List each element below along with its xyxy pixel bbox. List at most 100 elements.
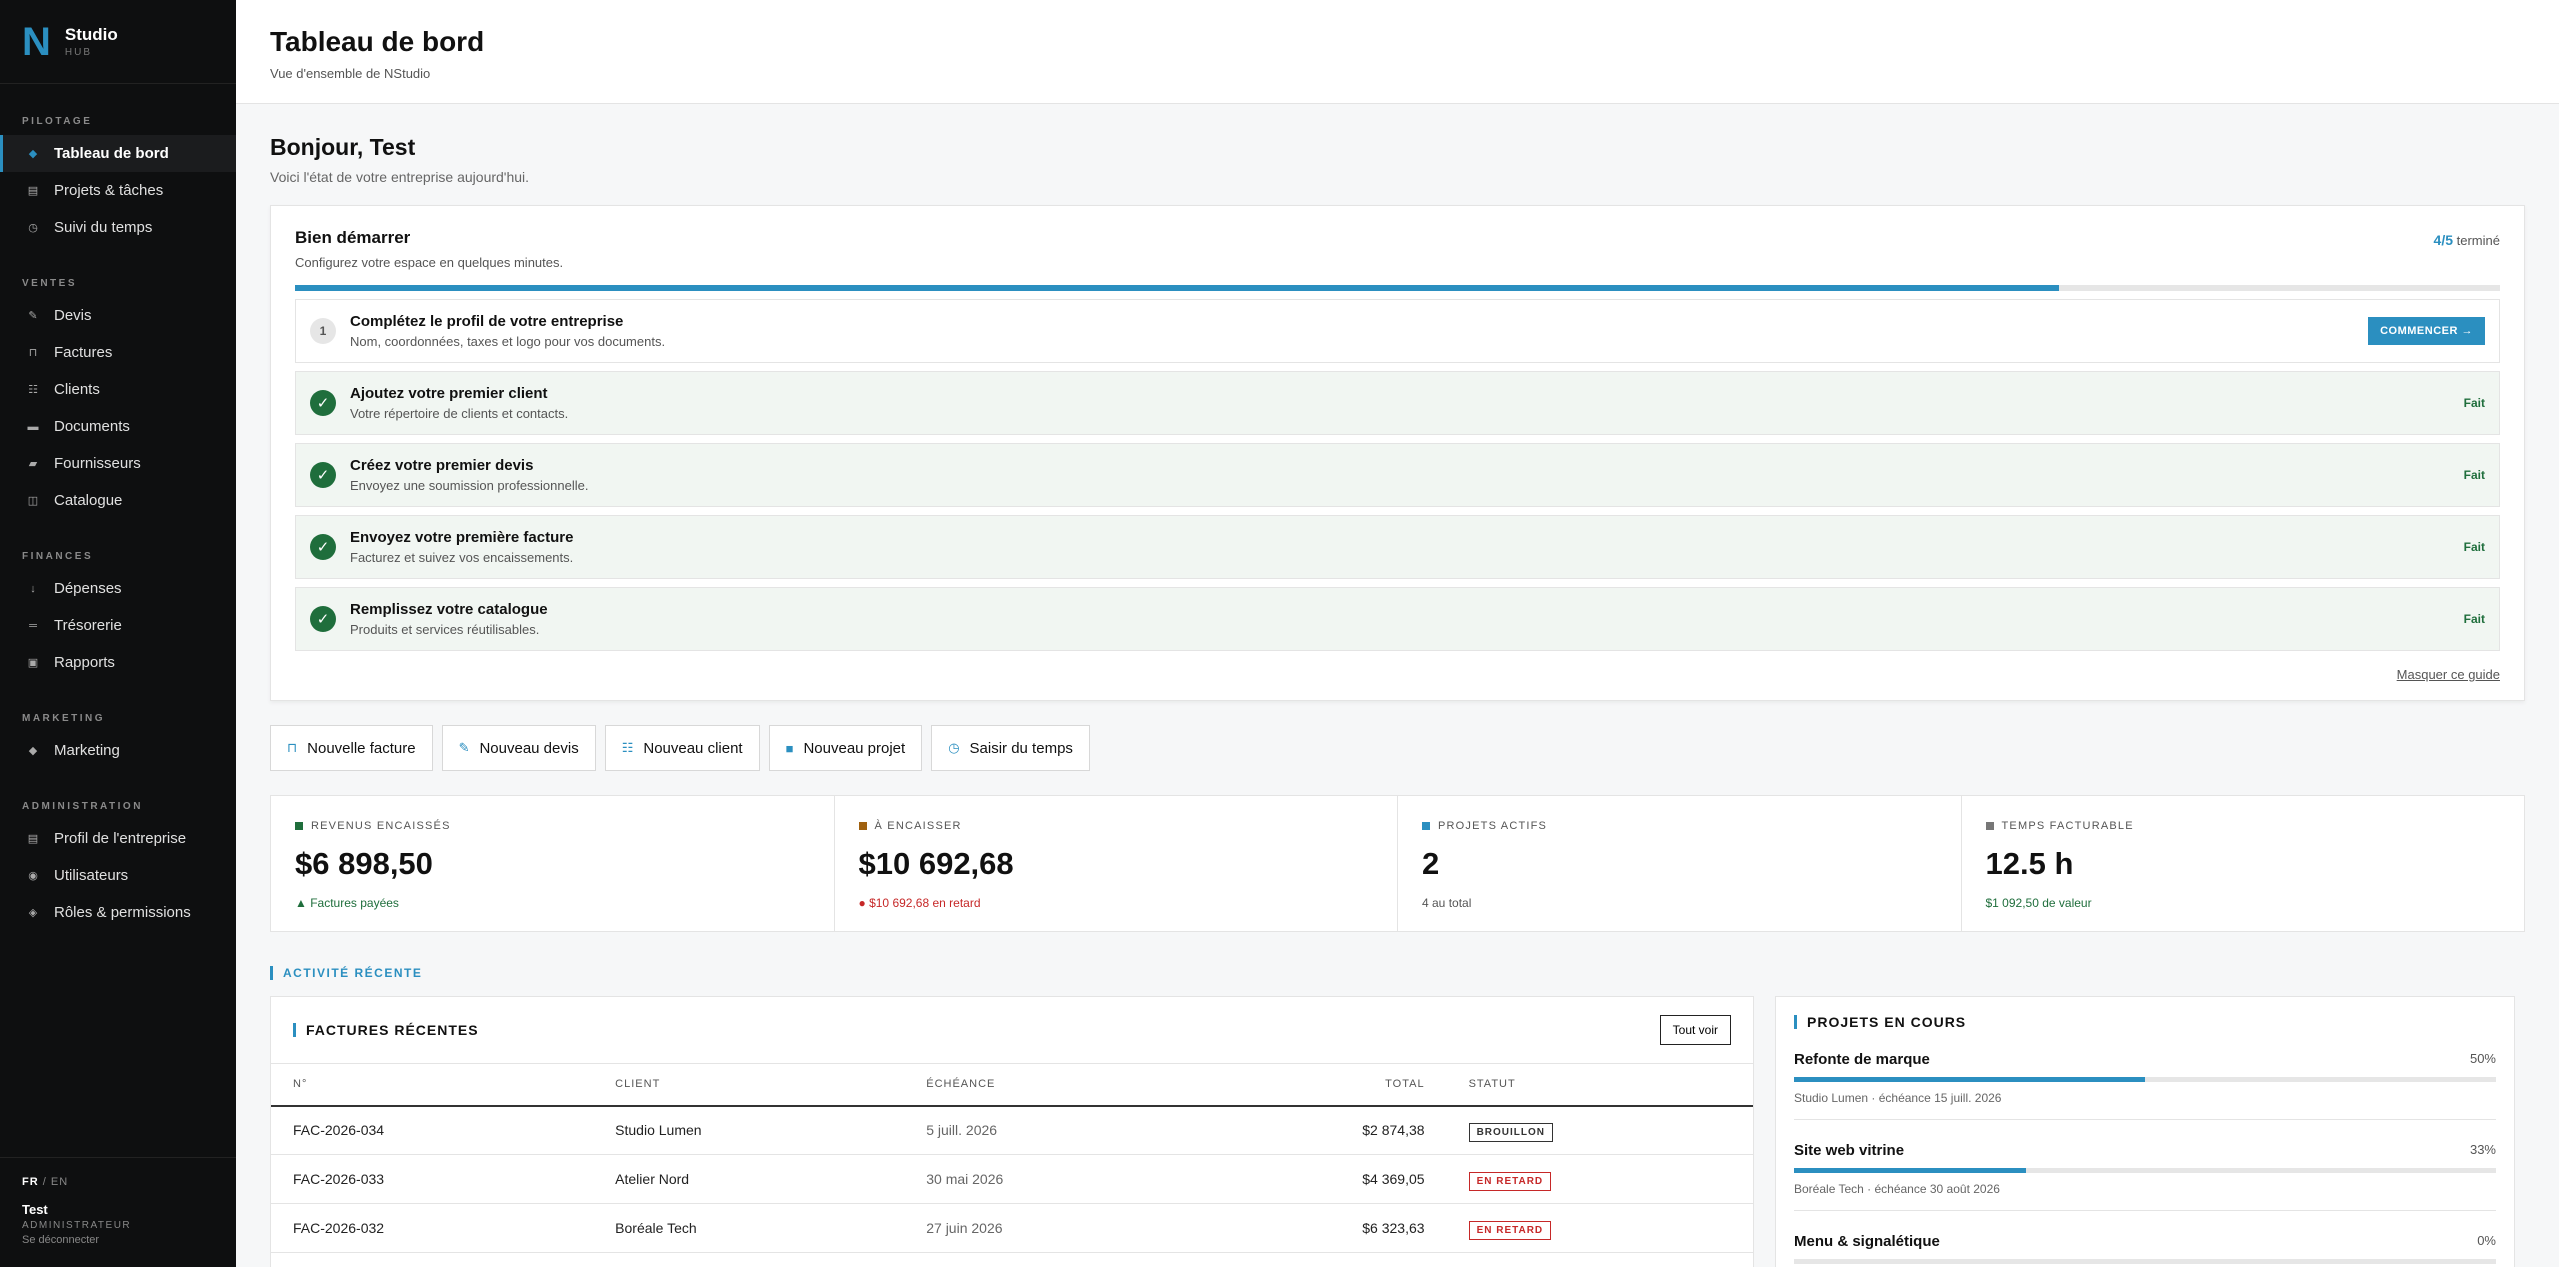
lang-fr[interactable]: FR — [22, 1176, 39, 1188]
hide-guide-link[interactable]: Masquer ce guide — [295, 667, 2500, 682]
page-subtitle: Vue d'ensemble de NStudio — [270, 66, 431, 81]
diamond-icon: ◆ — [28, 148, 38, 160]
sidebar-item-marketing[interactable]: ◆ Marketing — [0, 732, 236, 769]
see-all-button[interactable]: Tout voir — [1659, 1015, 1731, 1045]
sidebar-item-label: Clients — [54, 381, 100, 398]
step-description: Nom, coordonnées, taxes et logo pour vos… — [350, 334, 666, 349]
sidebar-item-label: Profil de l'entreprise — [54, 830, 187, 847]
kpi-label-text: PROJETS ACTIFS — [1438, 820, 1548, 832]
kpi-subtext: ● $10 692,68 en retard — [858, 896, 981, 910]
step-title: Ajoutez votre premier client — [350, 385, 548, 402]
nouveau-devis-button[interactable]: ✎ Nouveau devis — [441, 725, 596, 771]
check-icon: ✓ — [310, 462, 336, 488]
nav-section-title: ADMINISTRATION — [22, 801, 143, 812]
project-item[interactable]: Site web vitrine 33% Boréale Tech · échéan… — [1794, 1142, 2496, 1211]
kpi-label-text: TEMPS FACTURABLE — [2001, 820, 2134, 832]
page-title: Tableau de bord — [270, 26, 485, 57]
sidebar-item-tresorerie[interactable]: ═ Trésorerie — [0, 607, 236, 644]
kpi-subtext: 4 au total — [1422, 896, 1472, 910]
sidebar-item-fournisseurs[interactable]: ▰ Fournisseurs — [0, 445, 236, 482]
sidebar-item-depenses[interactable]: ↓ Dépenses — [0, 570, 236, 607]
sidebar-item-label: Suivi du temps — [54, 219, 153, 236]
step-done-label: Fait — [2463, 540, 2485, 554]
greeting-title: Bonjour, Test — [270, 134, 416, 160]
sidebar-item-utilisateurs[interactable]: ◉ Utilisateurs — [0, 857, 236, 894]
sidebar-item-catalogue[interactable]: ◫ Catalogue — [0, 482, 236, 519]
kpi-subtext: ▲ Factures payées — [295, 896, 399, 910]
sidebar-item-tableau-de-bord[interactable]: ◆ Tableau de bord — [0, 135, 236, 172]
project-percent: 50% — [2469, 1051, 2496, 1066]
getting-started-subtitle: Configurez votre espace en quelques minu… — [295, 255, 564, 270]
sidebar-item-factures[interactable]: ⊓ Factures — [0, 334, 236, 371]
table-row[interactable]: FAC-2026-032 Boréale Tech 27 juin 2026 $6 3… — [271, 1203, 1753, 1253]
invoice-number: FAC-2026-033 — [271, 1154, 594, 1204]
sidebar-item-label: Tableau de bord — [54, 145, 169, 162]
sidebar-item-suivi-du-temps[interactable]: ◷ Suivi du temps — [0, 209, 236, 246]
sidebar-item-roles-permissions[interactable]: ◈ Rôles & permissions — [0, 894, 236, 931]
logout-link[interactable]: Se déconnecter — [22, 1234, 214, 1246]
sidebar-item-label: Catalogue — [54, 492, 123, 509]
projects-card: PROJETS EN COURS Refonte de marque 50% Stu… — [1775, 996, 2515, 1267]
setup-step: 1 Complétez le profil de votre entreprise… — [295, 299, 2500, 363]
table-row[interactable]: FAC-2026-034 Studio Lumen 5 juill. 2026 $2 … — [271, 1105, 1753, 1155]
project-percent: 0% — [2477, 1233, 2496, 1248]
step-title: Envoyez votre première facture — [350, 529, 574, 546]
sidebar-item-documents[interactable]: ▬ Documents — [0, 408, 236, 445]
saisir-du-temps-button[interactable]: ◷ Saisir du temps — [931, 725, 1090, 771]
invoice-total: $6 323,63 — [1193, 1203, 1447, 1253]
kpi-color-marker — [858, 822, 867, 830]
lang-en[interactable]: EN — [51, 1176, 68, 1188]
sidebar-item-rapports[interactable]: ▣ Rapports — [0, 644, 236, 681]
step-text: Ajoutez votre premier client Votre répert… — [350, 385, 2450, 421]
table-row[interactable]: FAC-2026-033 Atelier Nord 30 mai 2026 $4 36… — [271, 1154, 1753, 1204]
nouveau-client-button[interactable]: ☷ Nouveau client — [604, 725, 760, 771]
step-description: Envoyez une soumission professionnelle. — [350, 478, 589, 493]
sidebar-item-profil-de-l-entreprise[interactable]: ▤ Profil de l'entreprise — [0, 820, 236, 857]
sidebar-item-projets-taches[interactable]: ▤ Projets & tâches — [0, 172, 236, 209]
list-icon: ▤ — [27, 185, 39, 197]
shield-icon: ◈ — [28, 907, 38, 919]
step-title: Complétez le profil de votre entreprise — [350, 313, 624, 330]
pen-icon: ✎ — [28, 310, 38, 322]
project-item[interactable]: Menu & signalétique 0% — [1794, 1233, 2496, 1267]
kpi-color-marker — [1422, 822, 1430, 830]
kpi-color-marker — [295, 822, 303, 830]
project-item[interactable]: Refonte de marque 50% Studio Lumen · échéa… — [1794, 1051, 2496, 1120]
nouvelle-facture-button[interactable]: ⊓ Nouvelle facture — [270, 725, 433, 771]
sidebar-item-devis[interactable]: ✎ Devis — [0, 297, 236, 334]
kpi-color-marker — [1985, 822, 1994, 830]
step-done-label: Fait — [2463, 612, 2485, 626]
kpi-label: À ENCAISSER — [858, 820, 1374, 832]
projects-list: Refonte de marque 50% Studio Lumen · échéa… — [1794, 1051, 2496, 1267]
sidebar-item-label: Projets & tâches — [54, 182, 164, 199]
sidebar-item-label: Rôles & permissions — [54, 904, 191, 921]
user-role: ADMINISTRATEUR — [22, 1220, 132, 1231]
project-name: Site web vitrine — [1794, 1142, 1905, 1159]
logo-icon: N — [22, 19, 51, 64]
clock-icon: ◷ — [948, 740, 960, 755]
nouveau-projet-button[interactable]: ■ Nouveau projet — [768, 725, 923, 771]
invoice-total: $4 369,05 — [1193, 1154, 1447, 1204]
bag-icon: ⊓ — [287, 740, 298, 755]
quick-action-label: Nouveau projet — [803, 739, 906, 757]
bag-icon: ⊓ — [28, 347, 38, 359]
step-text: Remplissez votre catalogue Produits et se… — [350, 601, 2450, 637]
user-name: Test — [22, 1202, 48, 1217]
kpi-subtext: $1 092,50 de valeur — [1985, 896, 2092, 910]
invoice-status-cell: BROUILLON — [1446, 1105, 1753, 1155]
square-icon: ■ — [785, 740, 794, 756]
sidebar-item-label: Rapports — [54, 654, 115, 671]
sidebar-item-clients[interactable]: ☷ Clients — [0, 371, 236, 408]
start-button[interactable]: COMMENCER → — [2368, 317, 2485, 345]
invoices-table: N° CLIENT ÉCHÉANCE TOTAL STATUT FAC-2026-034… — [271, 1063, 1753, 1253]
step-description: Votre répertoire de clients et contacts. — [350, 406, 569, 421]
brand[interactable]: N Studio HUB — [0, 0, 236, 84]
page-header: Tableau de bord Vue d'ensemble de NStudi… — [236, 0, 2559, 104]
invoice-number: FAC-2026-034 — [271, 1105, 594, 1155]
progress-count-label: terminé — [2456, 233, 2500, 248]
kpi-card: À ENCAISSER $10 692,68 ● $10 692,68 en ret… — [835, 796, 1398, 931]
arrow-down-icon: ↓ — [30, 582, 36, 595]
project-name: Refonte de marque — [1794, 1051, 1930, 1068]
step-title: Remplissez votre catalogue — [350, 601, 548, 618]
projects-title: PROJETS EN COURS — [1794, 1015, 2496, 1029]
